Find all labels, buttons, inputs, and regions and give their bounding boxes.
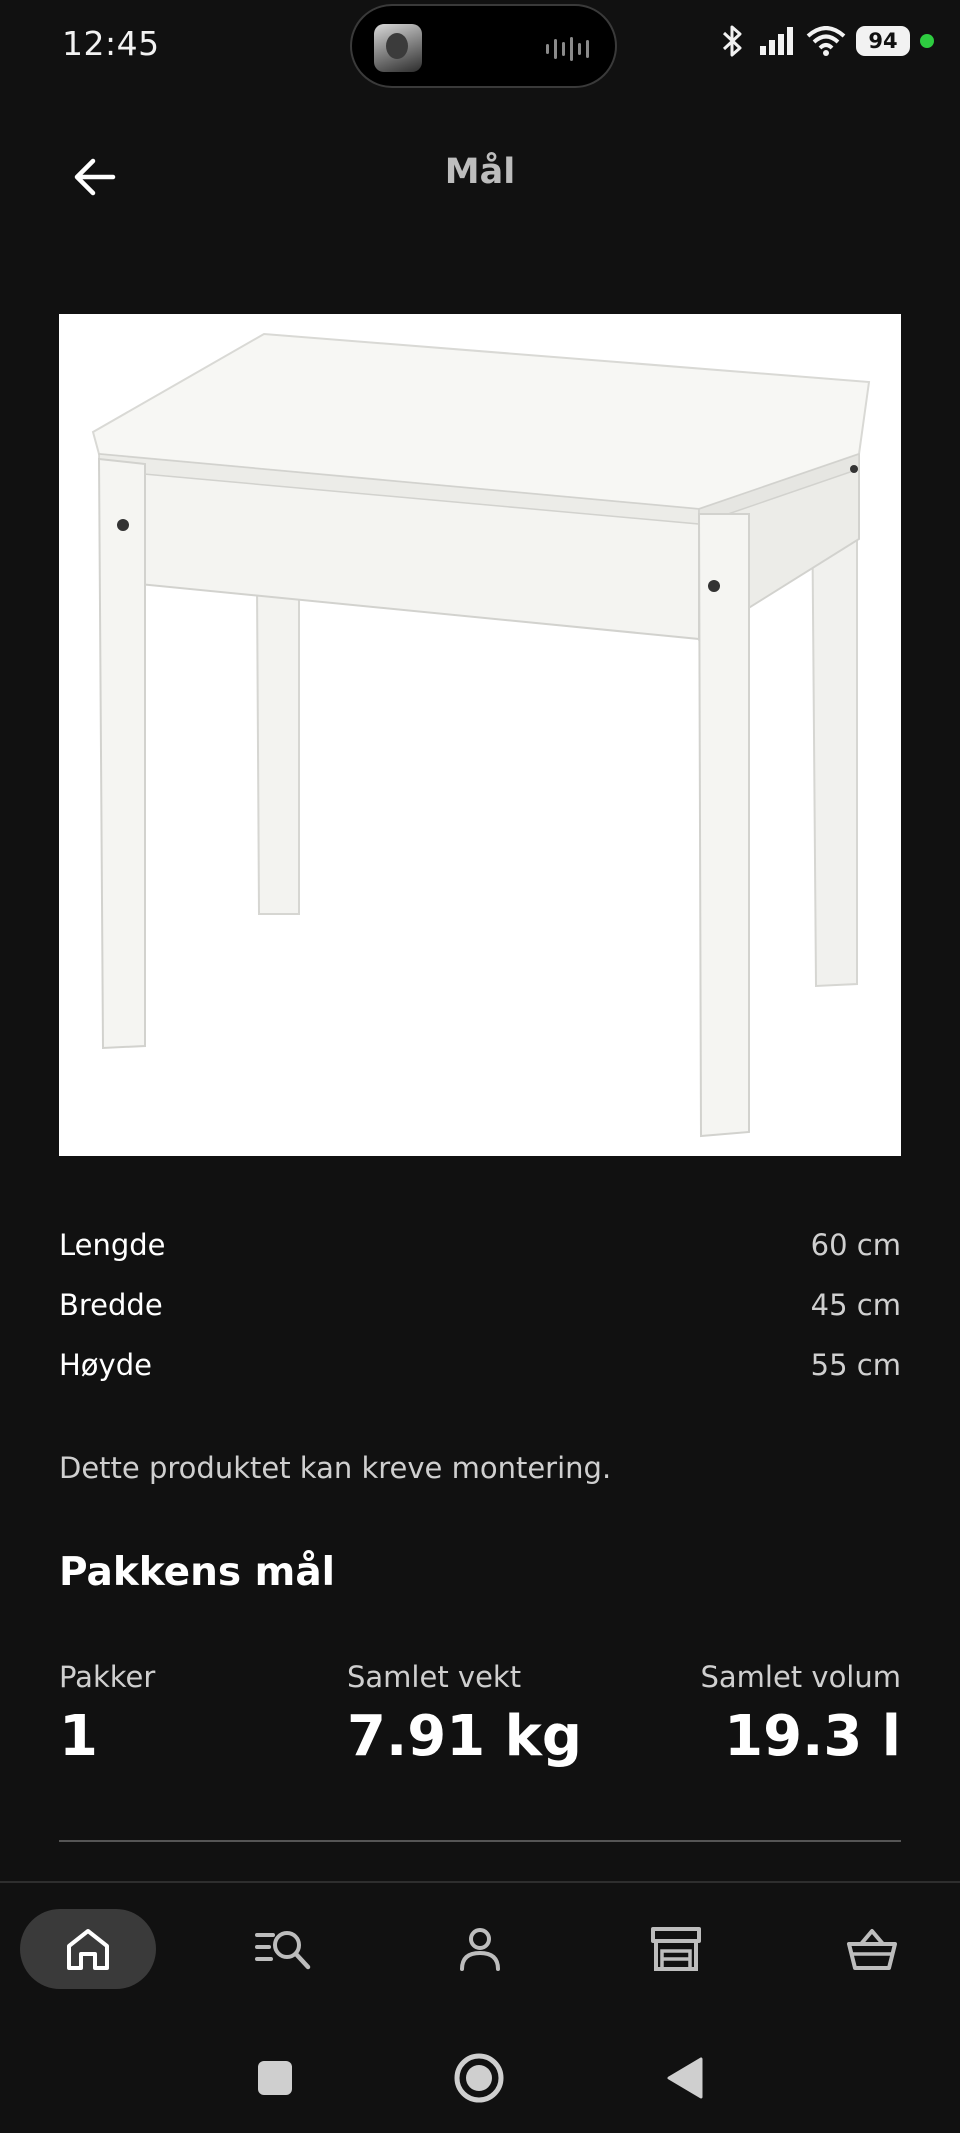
status-bar: 12:45 94 <box>0 0 960 92</box>
dimension-label: Høyde <box>59 1348 152 1382</box>
home-system-button[interactable] <box>449 2048 509 2108</box>
section-divider <box>59 1840 901 1842</box>
product-image <box>59 314 901 1156</box>
basket-icon <box>847 1929 897 1970</box>
back-system-button[interactable] <box>655 2048 715 2108</box>
dimension-row-length: Lengde 60 cm <box>59 1215 901 1275</box>
assembly-note: Dette produktet kan kreve montering. <box>59 1451 612 1485</box>
dynamic-island[interactable] <box>350 4 617 88</box>
header: Mål <box>0 130 960 225</box>
desk-illustration <box>91 332 871 1138</box>
bluetooth-icon <box>722 25 742 57</box>
dimension-value: 45 cm <box>810 1288 901 1322</box>
dimension-value: 55 cm <box>810 1348 901 1382</box>
home-icon <box>67 1929 109 1970</box>
recent-apps-button[interactable] <box>245 2048 305 2108</box>
square-icon <box>258 2061 292 2095</box>
page-title: Mål <box>444 152 516 192</box>
search-list-icon <box>255 1931 311 1970</box>
stat-label: Samlet volum <box>700 1660 901 1694</box>
nav-store[interactable] <box>608 1909 744 1989</box>
store-icon <box>651 1927 701 1971</box>
stat-value: 1 <box>59 1704 98 1769</box>
nav-profile[interactable] <box>412 1909 548 1989</box>
bottom-nav <box>0 1883 960 2013</box>
system-nav <box>0 2020 960 2133</box>
privacy-indicator-dot <box>920 34 934 48</box>
stat-packages: Pakker 1 <box>59 1660 155 1769</box>
package-section-title: Pakkens mål <box>59 1550 336 1595</box>
status-icons: 94 <box>718 24 934 58</box>
wifi-icon <box>806 26 846 56</box>
stat-label: Samlet vekt <box>347 1660 522 1694</box>
media-avatar <box>374 24 422 72</box>
app-screen: 12:45 94 Mål Lengde 60 cm Bredde 45 cm H… <box>0 0 960 2133</box>
circle-icon <box>454 2053 504 2103</box>
dimension-row-width: Bredde 45 cm <box>59 1275 901 1335</box>
dimension-label: Bredde <box>59 1288 163 1322</box>
triangle-back-icon <box>667 2057 703 2099</box>
stat-value: 7.91 kg <box>347 1704 582 1769</box>
signal-icon <box>760 27 793 55</box>
stat-value: 19.3 l <box>724 1704 901 1769</box>
nav-home[interactable] <box>20 1909 156 1989</box>
dimension-label: Lengde <box>59 1228 166 1262</box>
stat-total-weight: Samlet vekt 7.91 kg <box>347 1660 582 1769</box>
stat-label: Pakker <box>59 1660 156 1694</box>
stat-total-volume: Samlet volum 19.3 l <box>700 1660 901 1769</box>
battery-indicator: 94 <box>856 26 910 56</box>
audio-wave-icon <box>546 36 589 62</box>
dimension-row-height: Høyde 55 cm <box>59 1335 901 1395</box>
nav-basket[interactable] <box>804 1909 940 1989</box>
profile-icon <box>460 1928 500 1971</box>
status-time: 12:45 <box>62 24 160 63</box>
dimension-value: 60 cm <box>810 1228 901 1262</box>
dimensions-list: Lengde 60 cm Bredde 45 cm Høyde 55 cm <box>59 1215 901 1395</box>
nav-search[interactable] <box>216 1909 352 1989</box>
package-stats: Pakker 1 Samlet vekt 7.91 kg Samlet volu… <box>59 1660 901 1780</box>
